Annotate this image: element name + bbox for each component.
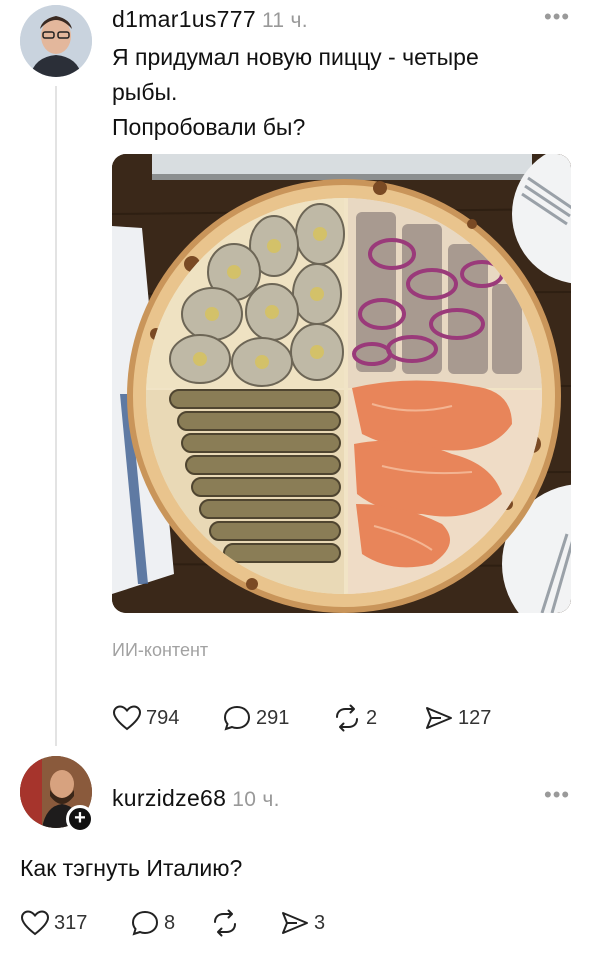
comment-button[interactable]: 291 (222, 704, 332, 732)
post-text: Я придумал новую пиццу - четыре рыбы. По… (112, 40, 572, 145)
share-send-icon (282, 912, 308, 934)
reply-text: Как тэгнуть Италию? (20, 855, 243, 881)
heart-icon (20, 910, 50, 936)
repost-icon (336, 704, 358, 732)
reply-comment-count: 8 (164, 911, 176, 934)
share-send-icon (426, 707, 452, 729)
share-button[interactable]: 127 (424, 704, 491, 732)
repost-button[interactable]: 2 (332, 704, 424, 732)
post-text-line: Попробовали бы? (112, 114, 306, 140)
post-header: d1mar1us777 11 ч. (112, 6, 308, 33)
reply-like-button[interactable]: 317 (20, 909, 130, 937)
reply-comment-button[interactable]: 8 (130, 909, 210, 937)
more-options-icon[interactable]: ••• (544, 6, 570, 28)
comment-bubble-icon (223, 705, 251, 731)
avatar-image (20, 5, 92, 77)
reply-actions: 317 8 3 (20, 909, 325, 937)
repost-count: 2 (366, 706, 378, 729)
reply-share-button[interactable]: 3 (280, 909, 325, 937)
post-time: 11 ч. (261, 9, 308, 32)
share-count: 127 (458, 706, 492, 729)
reply-like-count: 317 (54, 911, 88, 934)
like-button[interactable]: 794 (112, 704, 222, 732)
reply-header: kurzidze68 10 ч. (112, 785, 280, 812)
reply-repost-button[interactable] (210, 909, 280, 937)
ai-content-label: ИИ-контент (112, 640, 209, 660)
username-link[interactable]: d1mar1us777 (112, 6, 256, 32)
reply-time: 10 ч. (232, 788, 280, 811)
avatar[interactable] (20, 5, 92, 77)
post-text-line: рыбы. (112, 79, 178, 105)
post-actions: 794 291 2 127 (112, 704, 491, 732)
post-text-line: Я придумал новую пиццу - четыре (112, 44, 479, 70)
pizza-image (112, 154, 571, 613)
comment-count: 291 (256, 706, 290, 729)
reply-username-link[interactable]: kurzidze68 (112, 785, 226, 811)
follow-plus-button[interactable]: + (66, 805, 94, 833)
repost-icon (214, 909, 236, 937)
reply-more-options-icon[interactable]: ••• (544, 784, 570, 806)
comment-bubble-icon (131, 910, 159, 936)
reply-share-count: 3 (314, 911, 326, 934)
post-image[interactable] (112, 154, 571, 613)
thread-connector-line (55, 86, 57, 746)
like-count: 794 (146, 706, 180, 729)
heart-icon (112, 705, 142, 731)
